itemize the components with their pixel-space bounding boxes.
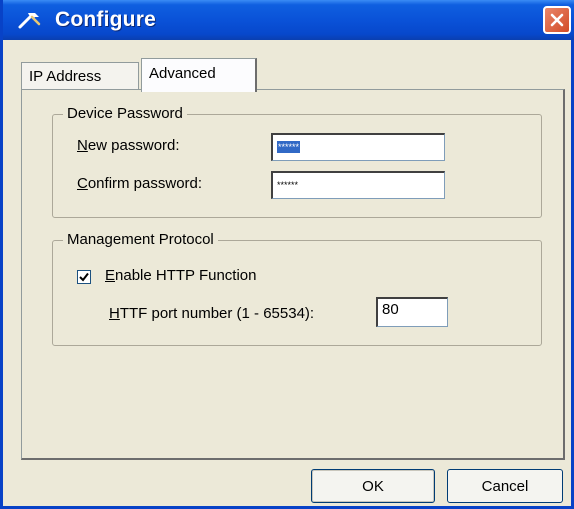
new-password-value: ****** bbox=[277, 141, 301, 153]
window-title: Configure bbox=[55, 8, 156, 31]
new-password-label: New password: bbox=[77, 137, 180, 154]
http-port-label: HTTF port number (1 - 65534): bbox=[109, 305, 315, 322]
tab-panel-advanced: Device Password New password: ****** Con… bbox=[21, 89, 565, 460]
http-port-input[interactable]: 80 bbox=[376, 297, 448, 327]
title-bar[interactable]: Configure bbox=[3, 0, 574, 40]
cancel-button[interactable]: Cancel bbox=[447, 469, 563, 503]
confirm-password-input[interactable]: ****** bbox=[271, 171, 445, 199]
device-password-group: Device Password New password: ****** Con… bbox=[52, 105, 542, 218]
enable-http-label[interactable]: Enable HTTP Function bbox=[105, 267, 256, 284]
wrench-icon bbox=[17, 8, 43, 32]
management-protocol-group: Management Protocol Enable HTTP Function… bbox=[52, 231, 542, 346]
management-protocol-legend: Management Protocol bbox=[63, 231, 218, 248]
ok-button[interactable]: OK bbox=[311, 469, 435, 503]
new-password-input[interactable]: ****** bbox=[271, 133, 445, 161]
device-password-legend: Device Password bbox=[63, 105, 187, 122]
close-button[interactable] bbox=[543, 6, 571, 34]
tab-ip-address[interactable]: IP Address bbox=[21, 62, 139, 90]
tab-advanced[interactable]: Advanced bbox=[141, 58, 257, 92]
enable-http-checkbox[interactable] bbox=[77, 270, 91, 284]
configure-dialog: Configure IP Address Advanced Device Pas… bbox=[0, 0, 574, 509]
confirm-password-value: ****** bbox=[277, 180, 299, 190]
confirm-password-label: Confirm password: bbox=[77, 175, 203, 192]
